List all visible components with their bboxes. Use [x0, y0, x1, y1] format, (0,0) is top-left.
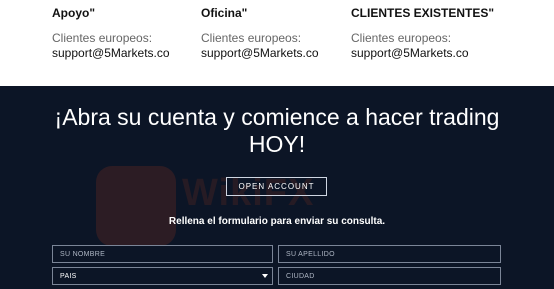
contact-sub-existing: Clientes europeos:: [351, 31, 452, 45]
signup-band: WikiFX ¡Abra su cuenta y comience a hace…: [0, 86, 554, 289]
contact-email-office[interactable]: support@5Markets.co: [201, 46, 351, 60]
country-select[interactable]: PAIS: [52, 267, 273, 285]
contact-email-support[interactable]: support@5Markets.co: [52, 46, 202, 60]
contact-info-section: Apoyo" Clientes europeos: support@5Marke…: [0, 0, 554, 86]
contact-column-office: Oficina" Clientes europeos: support@5Mar…: [201, 6, 351, 60]
last-name-input[interactable]: SU APELLIDO: [278, 245, 501, 263]
contact-sub-office: Clientes europeos:: [201, 31, 302, 45]
first-name-input[interactable]: SU NOMBRE: [52, 245, 273, 263]
contact-heading-support: Apoyo": [52, 6, 96, 20]
cta-line-2: HOY!: [248, 131, 306, 157]
cta-line-1: ¡Abra su cuenta y comience a hacer tradi…: [54, 104, 500, 130]
open-account-button[interactable]: OPEN ACCOUNT: [226, 177, 327, 196]
form-instructions: Rellena el formulario para enviar su con…: [168, 216, 386, 227]
contact-column-existing: CLIENTES EXISTENTES" Clientes europeos: …: [351, 6, 501, 60]
contact-heading-office: Oficina": [201, 6, 248, 20]
contact-email-existing[interactable]: support@5Markets.co: [351, 46, 501, 60]
watermark-logo-icon: [96, 166, 176, 246]
caret-down-icon: [262, 274, 268, 278]
contact-heading-existing: CLIENTES EXISTENTES": [351, 6, 495, 20]
contact-sub-support: Clientes europeos:: [52, 31, 153, 45]
cta-heading: ¡Abra su cuenta y comience a hacer tradi…: [0, 104, 554, 158]
country-select-value: PAIS: [60, 272, 77, 280]
contact-column-support: Apoyo" Clientes europeos: support@5Marke…: [52, 6, 202, 60]
city-input[interactable]: CIUDAD: [278, 267, 501, 285]
